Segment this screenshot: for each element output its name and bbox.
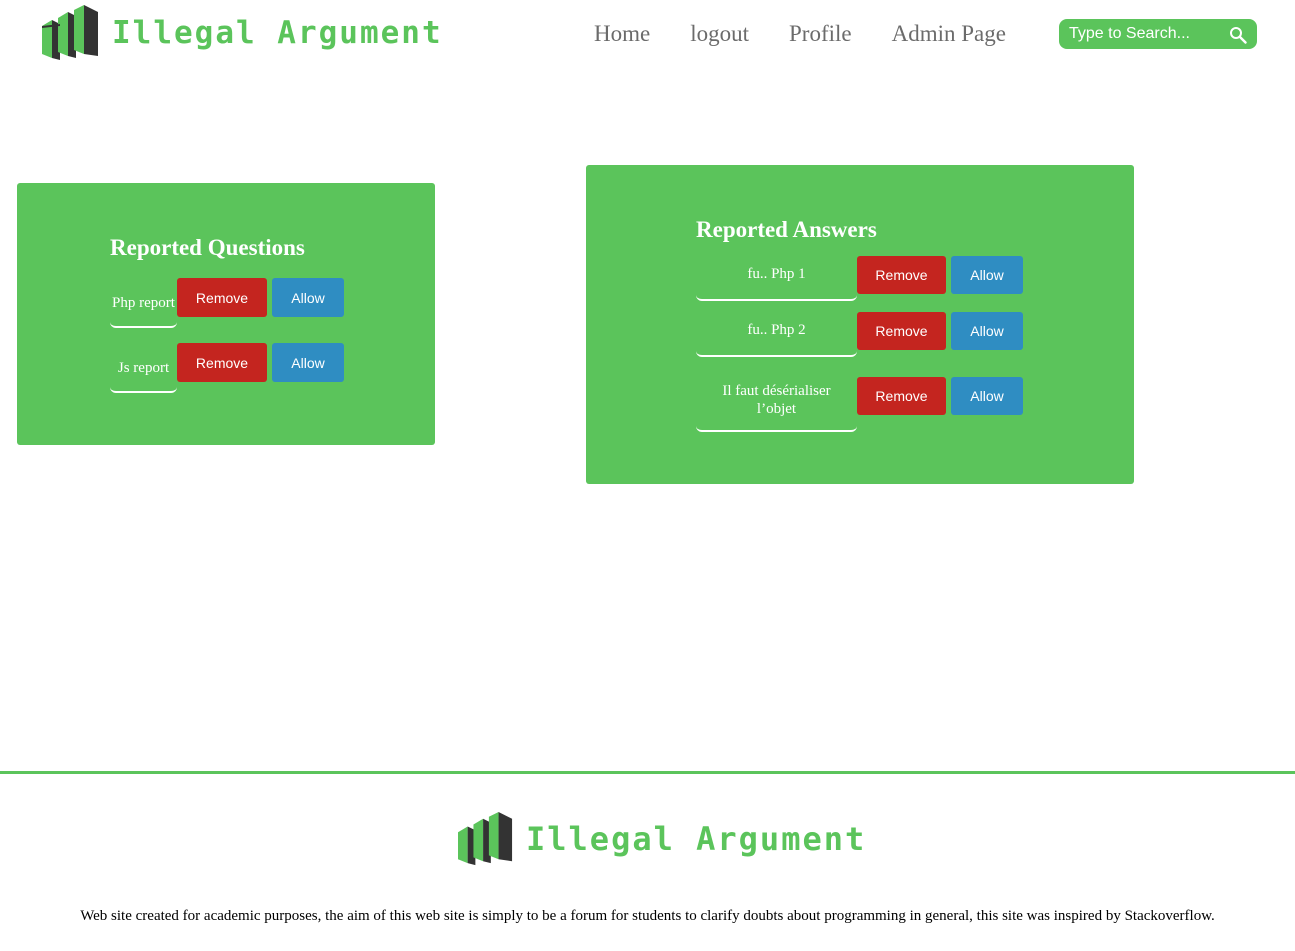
remove-button[interactable]: Remove [857, 256, 946, 294]
header: Illegal Argument Home logout Profile Adm… [0, 0, 1295, 80]
reported-questions-title: Reported Questions [110, 235, 305, 260]
reported-answer-row: fu.. Php 2 Remove Allow [696, 312, 1023, 357]
remove-button[interactable]: Remove [177, 343, 267, 382]
allow-button[interactable]: Allow [951, 377, 1023, 415]
reported-question-row: Js report Remove Allow [110, 343, 344, 393]
main-nav: Home logout Profile Admin Page [594, 18, 1046, 50]
nav-profile[interactable]: Profile [789, 18, 852, 50]
allow-button[interactable]: Allow [272, 343, 344, 382]
stacked-blocks-logo-icon [458, 811, 513, 866]
answer-label: fu.. Php 1 [696, 256, 857, 301]
search-box [1059, 19, 1257, 49]
reported-question-row: Php report Remove Allow [110, 278, 344, 328]
search-icon[interactable] [1229, 26, 1247, 44]
footer-logo: Illegal Argument [456, 811, 866, 867]
header-logo[interactable]: Illegal Argument [40, 4, 443, 62]
answer-label: Il faut désérialiser l’objet [696, 377, 857, 432]
answer-label: fu.. Php 2 [696, 312, 857, 357]
footer-divider [0, 771, 1295, 774]
question-label: Js report [110, 343, 177, 393]
footer-brand-name: Illegal Argument [526, 820, 867, 858]
allow-button[interactable]: Allow [951, 312, 1023, 350]
footer-description: Web site created for academic purposes, … [80, 908, 1215, 924]
allow-button[interactable]: Allow [951, 256, 1023, 294]
stacked-blocks-logo-icon [42, 5, 98, 60]
question-label: Php report [110, 278, 177, 328]
reported-questions-panel: Reported Questions Php report Remove All… [17, 183, 435, 445]
reported-answer-row: Il faut désérialiser l’objet Remove Allo… [696, 377, 1023, 432]
nav-logout[interactable]: logout [690, 18, 749, 50]
allow-button[interactable]: Allow [272, 278, 344, 317]
nav-admin-page[interactable]: Admin Page [892, 18, 1006, 50]
reported-answer-row: fu.. Php 1 Remove Allow [696, 256, 1023, 301]
remove-button[interactable]: Remove [177, 278, 267, 317]
search-input[interactable] [1059, 19, 1219, 49]
reported-answers-panel: Reported Answers fu.. Php 1 Remove Allow… [586, 165, 1134, 484]
remove-button[interactable]: Remove [857, 312, 946, 350]
remove-button[interactable]: Remove [857, 377, 946, 415]
nav-home[interactable]: Home [594, 18, 650, 50]
reported-answers-title: Reported Answers [696, 217, 877, 242]
brand-name: Illegal Argument [112, 15, 443, 51]
